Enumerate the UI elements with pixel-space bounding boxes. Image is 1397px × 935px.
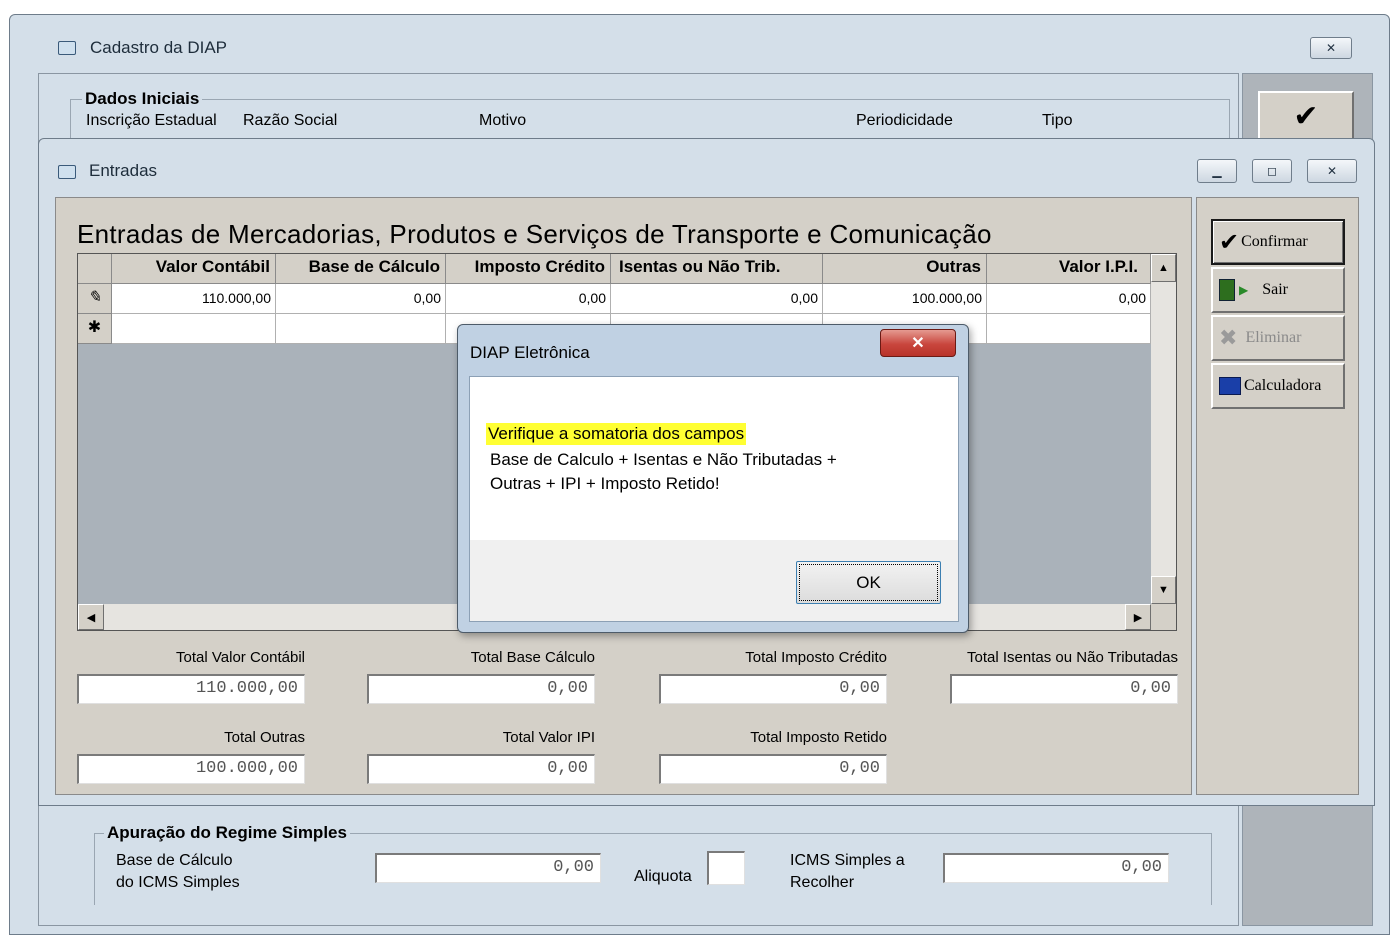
table-cell[interactable] xyxy=(276,314,446,344)
total-valor-contabil-label: Total Valor Contábil xyxy=(176,649,305,666)
message-dialog: DIAP Eletrônica ✕ Verifique a somatoria … xyxy=(457,324,969,633)
scroll-left-button[interactable]: ◀ xyxy=(78,604,104,630)
entradas-app-icon xyxy=(58,165,76,179)
check-icon: ✔ xyxy=(1293,98,1319,134)
minimize-icon: ▁ xyxy=(1212,164,1222,178)
dialog-message-highlight: Verifique a somatoria dos campos xyxy=(486,423,747,445)
exit-door-icon xyxy=(1219,279,1235,301)
maximize-button[interactable]: ◻ xyxy=(1252,159,1292,183)
scroll-down-button[interactable]: ▼ xyxy=(1151,576,1176,604)
total-valor-contabil-field[interactable]: 110.000,00 xyxy=(77,674,305,704)
col-outras[interactable]: Outras xyxy=(823,254,987,284)
label-periodicidade: Periodicidade xyxy=(856,112,953,129)
app-icon xyxy=(58,41,76,55)
dialog-title: DIAP Eletrônica xyxy=(470,343,590,362)
total-valor-ipi-label: Total Valor IPI xyxy=(502,729,595,746)
label-motivo: Motivo xyxy=(479,112,527,129)
table-cell[interactable]: 110.000,00 xyxy=(112,284,276,314)
dialog-message-line3: Outras + IPI + Imposto Retido! xyxy=(490,474,720,493)
simples-icms-label-2: Recolher xyxy=(790,874,855,891)
table-cell[interactable]: 0,00 xyxy=(611,284,823,314)
total-imposto-credito-field[interactable]: 0,00 xyxy=(659,674,887,704)
grid-corner xyxy=(78,254,112,284)
calculadora-label: Calculadora xyxy=(1244,377,1322,394)
total-outras-field[interactable]: 100.000,00 xyxy=(77,754,305,784)
eliminar-button[interactable]: ✖ Eliminar xyxy=(1211,315,1345,361)
sair-button[interactable]: ▶ Sair xyxy=(1211,267,1345,313)
entradas-close-button[interactable]: ✕ xyxy=(1307,159,1357,183)
maximize-icon: ◻ xyxy=(1267,164,1277,178)
minimize-button[interactable]: ▁ xyxy=(1197,159,1237,183)
arrow-up-icon: ▲ xyxy=(1158,262,1169,274)
dialog-body: Verifique a somatoria dos campos Base de… xyxy=(469,376,959,622)
arrow-right-icon: ▶ xyxy=(1239,282,1249,297)
close-icon: ✕ xyxy=(911,335,925,352)
col-valor-contabil[interactable]: Valor Contábil xyxy=(112,254,276,284)
total-outras-label: Total Outras xyxy=(224,729,305,746)
table-cell[interactable]: 0,00 xyxy=(987,284,1151,314)
col-valor-ipi[interactable]: Valor I.P.I. xyxy=(987,254,1151,284)
check-icon: ✔ xyxy=(1219,228,1240,256)
cadastro-close-button[interactable]: ✕ xyxy=(1310,37,1352,59)
simples-aliquota-field[interactable] xyxy=(707,851,745,885)
row-indicator-edit: ✎ xyxy=(78,284,112,314)
label-razao-social: Razão Social xyxy=(243,112,338,129)
close-icon: ✕ xyxy=(1325,41,1337,55)
cadastro-confirm-button[interactable]: ✔ xyxy=(1258,91,1354,141)
calculator-icon xyxy=(1219,377,1241,395)
confirmar-label: Confirmar xyxy=(1241,233,1308,250)
table-cell[interactable] xyxy=(987,314,1151,344)
simples-icms-field[interactable]: 0,00 xyxy=(943,853,1169,883)
simples-aliquota-label: Aliquota xyxy=(634,868,692,885)
table-cell[interactable]: 100.000,00 xyxy=(823,284,987,314)
simples-icms-label-1: ICMS Simples a xyxy=(790,852,905,869)
close-icon: ✕ xyxy=(1326,164,1338,178)
simples-title: Apuração do Regime Simples xyxy=(104,823,350,843)
calculadora-button[interactable]: Calculadora xyxy=(1211,363,1345,409)
entradas-title: Entradas xyxy=(89,161,158,180)
dados-iniciais-title: Dados Iniciais xyxy=(82,89,203,109)
total-base-calculo-field[interactable]: 0,00 xyxy=(367,674,595,704)
row-indicator-new: ✱ xyxy=(78,314,112,344)
dialog-close-button[interactable]: ✕ xyxy=(880,329,956,357)
confirmar-button[interactable]: ✔ Confirmar xyxy=(1211,219,1345,265)
simples-base-field[interactable]: 0,00 xyxy=(375,853,601,883)
table-cell[interactable]: 0,00 xyxy=(446,284,611,314)
total-imposto-retido-label: Total Imposto Retido xyxy=(750,729,887,746)
total-base-calculo-label: Total Base Cálculo xyxy=(470,649,595,666)
col-imposto-credito[interactable]: Imposto Crédito xyxy=(446,254,611,284)
label-inscricao: Inscrição Estadual xyxy=(86,112,217,129)
entradas-heading: Entradas de Mercadorias, Produtos e Serv… xyxy=(77,219,992,249)
table-cell[interactable]: 0,00 xyxy=(276,284,446,314)
cadastro-title: Cadastro da DIAP xyxy=(90,38,228,57)
scroll-up-button[interactable]: ▲ xyxy=(1151,254,1176,282)
dialog-message-line2: Base de Calculo + Isentas e Não Tributad… xyxy=(490,450,837,469)
sair-label: Sair xyxy=(1262,281,1289,298)
delete-x-icon: ✖ xyxy=(1219,325,1238,351)
scroll-corner xyxy=(1151,604,1176,630)
vertical-scrollbar[interactable] xyxy=(1151,254,1176,604)
simples-base-label-2: do ICMS Simples xyxy=(116,874,240,891)
ok-button[interactable]: OK xyxy=(796,561,941,604)
arrow-left-icon: ◀ xyxy=(86,611,96,624)
total-imposto-retido-field[interactable]: 0,00 xyxy=(659,754,887,784)
arrow-down-icon: ▼ xyxy=(1158,584,1169,596)
label-tipo: Tipo xyxy=(1042,112,1073,129)
col-isentas[interactable]: Isentas ou Não Trib. xyxy=(611,254,823,284)
total-isentas-label: Total Isentas ou Não Tributadas xyxy=(967,649,1178,666)
total-isentas-field[interactable]: 0,00 xyxy=(950,674,1178,704)
scroll-right-button[interactable]: ▶ xyxy=(1125,604,1151,630)
total-valor-ipi-field[interactable]: 0,00 xyxy=(367,754,595,784)
col-base-calculo[interactable]: Base de Cálculo xyxy=(276,254,446,284)
simples-base-label-1: Base de Cálculo xyxy=(116,852,233,869)
total-imposto-credito-label: Total Imposto Crédito xyxy=(745,649,887,666)
table-cell[interactable] xyxy=(112,314,276,344)
arrow-right-icon: ▶ xyxy=(1133,611,1143,624)
eliminar-label: Eliminar xyxy=(1245,329,1302,346)
